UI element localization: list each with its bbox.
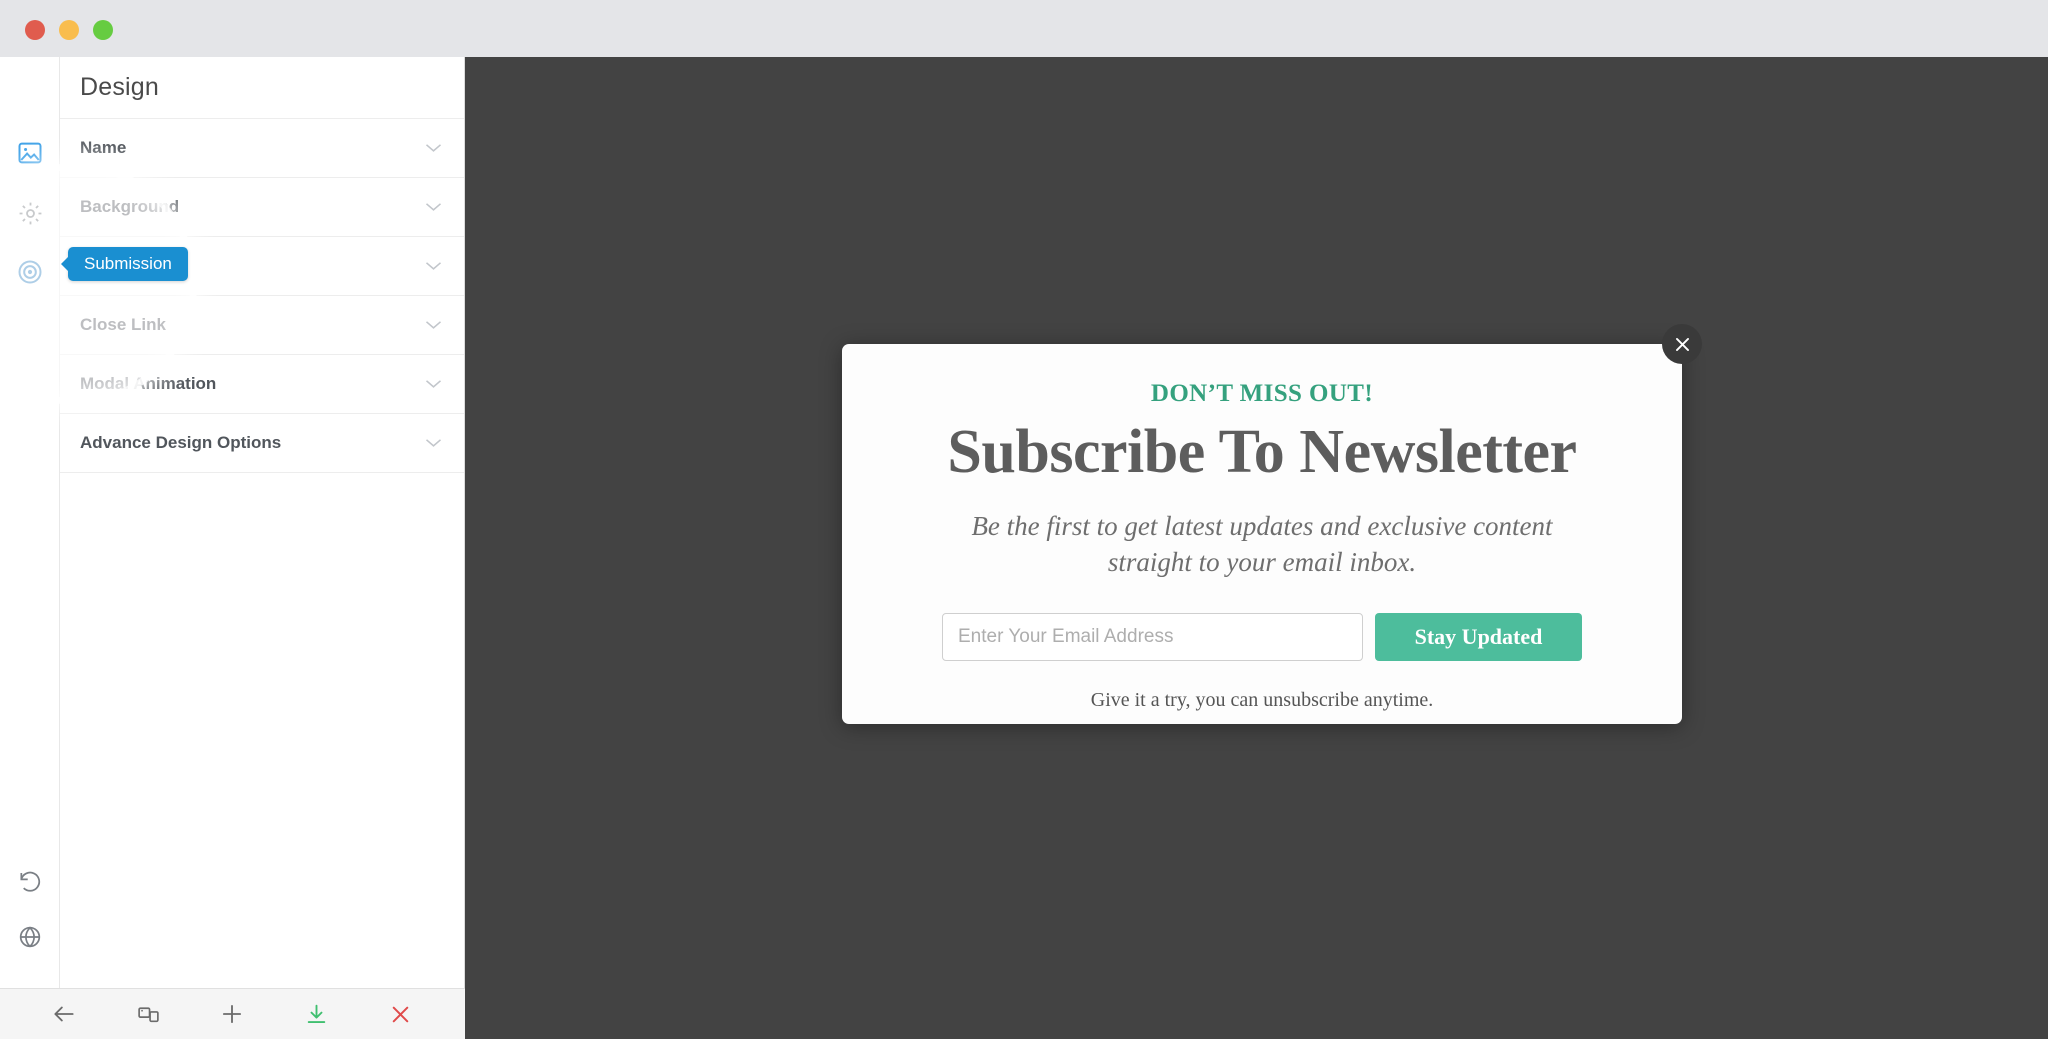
- accordion-row-background[interactable]: Background: [60, 178, 464, 237]
- chevron-down-icon: [425, 379, 442, 389]
- accordion-row-name[interactable]: Name: [60, 119, 464, 178]
- chevron-down-icon: [425, 202, 442, 212]
- preview-canvas: DON’T MISS OUT! Subscribe To Newsletter …: [465, 57, 2048, 1039]
- accordion-label: Name: [80, 138, 127, 157]
- devices-icon[interactable]: [128, 994, 168, 1034]
- left-icon-rail: [0, 57, 60, 988]
- accordion-row-advance-design-options[interactable]: Advance Design Options: [60, 414, 464, 473]
- modal-subtitle: Be the first to get latest updates and e…: [971, 511, 1553, 577]
- stay-updated-button[interactable]: Stay Updated: [1375, 613, 1582, 662]
- newsletter-form: Stay Updated: [842, 613, 1682, 662]
- accordion-label: Modal Animation: [80, 374, 217, 393]
- accordion-label: Advance Design Options: [80, 433, 282, 452]
- newsletter-modal: DON’T MISS OUT! Subscribe To Newsletter …: [842, 324, 1702, 724]
- app-window: Design Name Background Close Link Modal …: [0, 0, 2048, 1039]
- bottom-toolbar: [0, 988, 465, 1039]
- panel-header: Design: [60, 57, 464, 119]
- email-field[interactable]: [942, 613, 1363, 662]
- chevron-down-icon: [425, 438, 442, 448]
- gear-icon[interactable]: [14, 197, 46, 229]
- modal-footnote: Give it a try, you can unsubscribe anyti…: [1090, 689, 1434, 712]
- design-panel: Design Name Background Close Link Modal …: [60, 57, 465, 988]
- image-icon[interactable]: [14, 137, 46, 169]
- window-controls: [25, 20, 113, 40]
- accordion-label: Close Link: [80, 315, 166, 334]
- window-titlebar: [0, 0, 2048, 57]
- back-arrow-icon[interactable]: [44, 994, 84, 1034]
- submission-tooltip-label: Submission: [84, 254, 172, 273]
- chevron-down-icon: [425, 320, 442, 330]
- accordion-label: Background: [80, 197, 180, 216]
- window-minimize-button[interactable]: [59, 20, 79, 40]
- modal-eyebrow: DON’T MISS OUT!: [1150, 380, 1374, 407]
- window-maximize-button[interactable]: [93, 20, 113, 40]
- accordion-row-modal-animation[interactable]: Modal Animation: [60, 355, 464, 414]
- page-title: Design: [80, 73, 160, 101]
- window-close-button[interactable]: [25, 20, 45, 40]
- submission-tooltip-badge[interactable]: Submission: [68, 247, 188, 281]
- modal-headline: Subscribe To Newsletter: [947, 418, 1577, 486]
- chevron-down-icon: [425, 143, 442, 153]
- target-icon[interactable]: [14, 256, 46, 288]
- plus-icon[interactable]: [212, 994, 252, 1034]
- history-undo-icon[interactable]: [14, 865, 46, 897]
- globe-icon[interactable]: [14, 921, 46, 953]
- close-icon[interactable]: [1662, 324, 1702, 364]
- chevron-down-icon: [425, 261, 442, 271]
- close-x-icon[interactable]: [381, 994, 421, 1034]
- accordion-row-close-link[interactable]: Close Link: [60, 296, 464, 355]
- download-icon[interactable]: [297, 994, 337, 1034]
